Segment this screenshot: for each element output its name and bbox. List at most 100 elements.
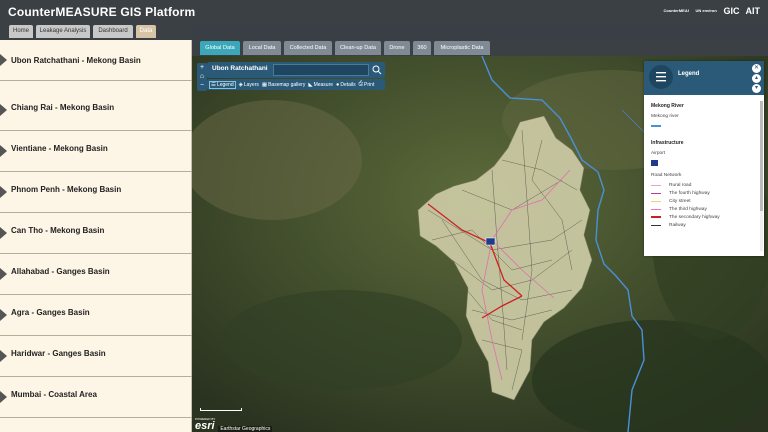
close-icon[interactable]: ✕ [752,64,761,73]
tab-global-data[interactable]: Global Data [200,41,240,55]
measure-button[interactable]: ◣ Measure [308,82,333,88]
scale-bar [200,408,242,411]
expand-arrow-icon [0,227,7,239]
list-icon: ☰ [211,81,216,88]
layers-icon: ◈ [238,81,243,88]
search-icon[interactable] [371,63,383,77]
chevron-up-icon[interactable]: ▴ [752,74,761,83]
legend-row: Railway [651,221,759,229]
expand-arrow-icon [0,54,7,66]
sidebar-item-mumbai[interactable]: Mumbai - Coastal Area [0,377,192,418]
sidebar-item-label: Mumbai - Coastal Area [11,390,97,399]
tab-clean-up-data[interactable]: Clean-up Data [335,41,381,55]
location-sidebar: Ubon Ratchathani - Mekong Basin Chiang R… [0,40,192,432]
sidebar-item-allahabad[interactable]: Allahabad - Ganges Basin [0,254,192,295]
chevron-down-icon[interactable]: ▾ [752,84,761,93]
legend-swatch [651,200,661,202]
basemap-gallery-button[interactable]: ▦ Basemap gallery [262,82,305,88]
attribution-text[interactable]: Earthstar Geographics [218,426,273,432]
expand-arrow-icon [0,350,7,362]
ait-logo: AIT [745,6,761,16]
sidebar-item-label: Agra - Ganges Basin [11,308,90,317]
tab-leakage-analysis[interactable]: Leakage Analysis [36,25,90,38]
legend-layer-name: Airport [651,151,666,156]
zoom-in-icon[interactable]: + [197,63,207,72]
tab-collected-data[interactable]: Collected Data [284,41,332,55]
legend-swatch [651,192,661,194]
sidebar-item-label: Phnom Penh - Mekong Basin [11,185,122,194]
sidebar-item-label: Vientiane - Mekong Basin [11,144,108,153]
tab-data[interactable]: Data [136,25,156,38]
tab-dashboard[interactable]: Dashboard [93,25,133,38]
legend-layer-name: Road Network [651,173,682,178]
zoom-out-icon[interactable]: − [197,81,207,90]
ruler-icon: ◣ [308,81,313,88]
sidebar-item-vientiane[interactable]: Vientiane - Mekong Basin [0,131,192,172]
print-button[interactable]: ⎙ Print [359,81,375,88]
print-icon: ⎙ [358,81,364,87]
legend-header: Legend ✕ ▴ ▾ [644,61,764,95]
legend-panel: Legend ✕ ▴ ▾ Mekong River Mekong river I… [644,61,764,256]
legend-swatch [651,184,661,186]
sidebar-item-ubon-ratchathani[interactable]: Ubon Ratchathani - Mekong Basin [0,40,192,81]
location-title: Ubon Ratchathani [212,65,268,72]
sidebar-item-label: Ubon Ratchathani - Mekong Basin [11,56,141,65]
sidebar-item-agra[interactable]: Agra - Ganges Basin [0,295,192,336]
legend-row: Rural road [651,181,759,189]
legend-row: The secondary highway [651,213,759,221]
tab-local-data[interactable]: Local Data [243,41,281,55]
expand-arrow-icon [0,145,7,157]
unep-logo: UN environment programme [695,8,717,13]
expand-arrow-icon [0,104,7,116]
legend-swatch [651,208,661,210]
legend-row: The fourth highway [651,189,759,197]
expand-arrow-icon [0,268,7,280]
sidebar-item-can-tho[interactable]: Can Tho - Mekong Basin [0,213,192,254]
sidebar-item-haridwar[interactable]: Haridwar - Ganges Basin [0,336,192,377]
expand-arrow-icon [0,309,7,321]
tab-microplastic-data[interactable]: Microplastic Data [434,41,490,55]
sidebar-item-label: Chiang Rai - Mekong Basin [11,103,115,112]
legend-title: Legend [678,71,700,77]
app-title: CounterMEASURE GIS Platform [8,5,196,19]
details-button[interactable]: ● Details [336,82,356,88]
zoom-controls: + ⌂ − [197,63,207,91]
app-header: CounterMEASURE GIS Platform CounterMEASU… [0,0,768,24]
legend-row: City street [651,197,759,205]
map-attribution: POWERED BY esri Earthstar Geographics [192,417,273,432]
expand-arrow-icon [0,186,7,198]
legend-section-title: Mekong River [651,103,684,109]
sidebar-item-label: Haridwar - Ganges Basin [11,349,106,358]
location-search: Ubon Ratchathani [207,62,385,78]
scrollbar-thumb[interactable] [760,101,763,211]
legend-scrollbar[interactable] [760,101,763,251]
legend-swatch [651,216,661,218]
legend-button[interactable]: ☰ Legend [209,80,236,89]
legend-row: The third highway [651,205,759,213]
expand-arrow-icon [0,391,7,403]
legend-row [651,159,759,167]
sidebar-item-chiang-rai[interactable]: Chiang Rai - Mekong Basin [0,90,192,131]
legend-section-title: Infrastructure [651,140,684,146]
airport-marker [485,237,496,246]
gic-logo: GIC [723,6,740,16]
legend-swatch [651,224,661,226]
tab-360[interactable]: 360 [413,41,431,55]
tab-drone[interactable]: Drone [384,41,410,55]
partner-logos: CounterMEASURE UN environment programme … [663,6,760,16]
layers-button[interactable]: ◈ Layers [239,82,259,88]
esri-logo: POWERED BY esri [195,417,216,432]
info-icon: ● [336,81,340,88]
search-input[interactable] [273,64,369,76]
sidebar-item-label: Can Tho - Mekong Basin [11,226,105,235]
legend-layer-name: Mekong river [651,114,679,119]
tab-home[interactable]: Home [9,25,33,38]
countermeasure-logo: CounterMEASURE [663,8,689,13]
grid-icon: ▦ [261,81,268,88]
legend-content: Mekong River Mekong river Infrastructure… [651,103,759,229]
sidebar-item-phnom-penh[interactable]: Phnom Penh - Mekong Basin [0,172,192,213]
legend-swatch [651,125,661,127]
map-toolbar: ☰ Legend ◈ Layers ▦ Basemap gallery ◣ Measur… [207,79,385,90]
legend-row [651,122,759,130]
home-icon[interactable]: ⌂ [197,72,207,81]
